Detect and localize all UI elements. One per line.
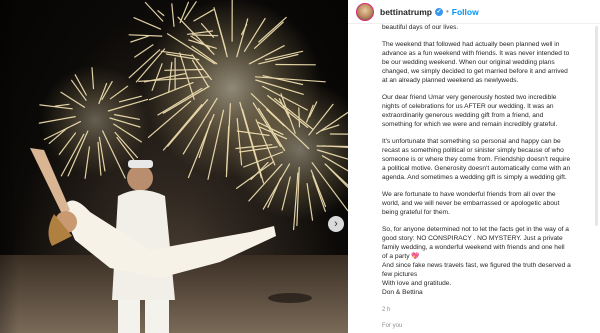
caption-paragraph: Our dear friend Umar very generously hos… [382,94,594,130]
firework-spark [128,34,163,37]
chevron-right-icon[interactable]: › [328,216,344,232]
caption-line: Don & Bettina [382,288,423,296]
caption-line: Our dear friend Umar very generously hos… [382,94,557,102]
caption-line: We are fortunate to have wonderful frien… [382,191,556,199]
caption-top-line: beautiful days of our lives. [382,24,594,33]
firework-spark [191,34,219,37]
post-header: bettinatrump ✓ • Follow [348,0,600,24]
caption-line: be our wedding weekend. When our origina… [382,59,555,67]
caption-line: someone is or where they come from. Frie… [382,156,571,164]
firework-spark [130,35,149,43]
caption-line: advance as a fun weekend with friends. I… [382,50,570,58]
caption-line: extraordinarily generous wedding gift fr… [382,112,544,120]
username-link[interactable]: bettinatrump [380,7,432,17]
caption-paragraph: So, for anyone determined not to let the… [382,226,594,297]
caption-line: And since fake news travels fast, we fig… [382,261,571,269]
caption-line: a political motive. Generosity doesn't a… [382,164,571,172]
post-timestamp: 2 h [382,306,391,313]
caption-line: The weekend that followed had actually b… [382,41,560,49]
post-sidebar: bettinatrump ✓ • Follow beautiful days o… [348,0,600,333]
firework-spark [157,10,165,17]
caption-line: With love and gratitude. [382,279,452,287]
footer-peek-text: For you [382,323,403,329]
caption-paragraph: We are fortunate to have wonderful frien… [382,191,594,218]
caption-line: at an already planned weekend as newlywe… [382,76,519,84]
separator-dot: • [445,7,449,16]
caption-line: something for which we were and remain i… [382,120,558,128]
caption-line: It's unfortunate that something so perso… [382,138,561,146]
caption-line: So, for anyone determined not to let the… [382,226,569,234]
caption-line: changed, we simply decided to get marrie… [382,68,568,76]
caption-line: family wedding, a wonderful weekend with… [382,244,565,252]
post-photo: › [0,0,348,333]
follow-button[interactable]: Follow [452,7,479,17]
caption-line: few pictures [382,270,418,278]
photo-edge-shadow [0,0,18,333]
caption-scrollbar[interactable] [595,26,598,226]
post-caption: beautiful days of our lives. The weekend… [382,24,594,314]
verified-badge-icon: ✓ [434,7,443,16]
firework-spark [298,107,301,128]
caption-paragraph: It's unfortunate that something so perso… [382,138,594,183]
fireworks-photo-illustration [0,0,348,333]
caption-line: good story: NO CONSPIRACY . NO MYSTERY. … [382,235,563,243]
caption-line: nights of celebrations for us AFTER our … [382,103,554,111]
firework-spark [133,17,162,30]
caption-line: world, and we will never be embarrassed … [382,200,560,208]
caption-paragraph: The weekend that followed had actually b… [382,41,594,86]
caption-line: beautiful days of our lives. [382,24,459,31]
caption-line: of a party 💖 [382,252,420,260]
caption-line: agenda. And sometimes a wedding gift is … [382,173,567,181]
caption-line: recast as something political or siniste… [382,147,564,155]
caption-line: being grateful for them. [382,208,450,216]
avatar[interactable] [356,2,374,21]
